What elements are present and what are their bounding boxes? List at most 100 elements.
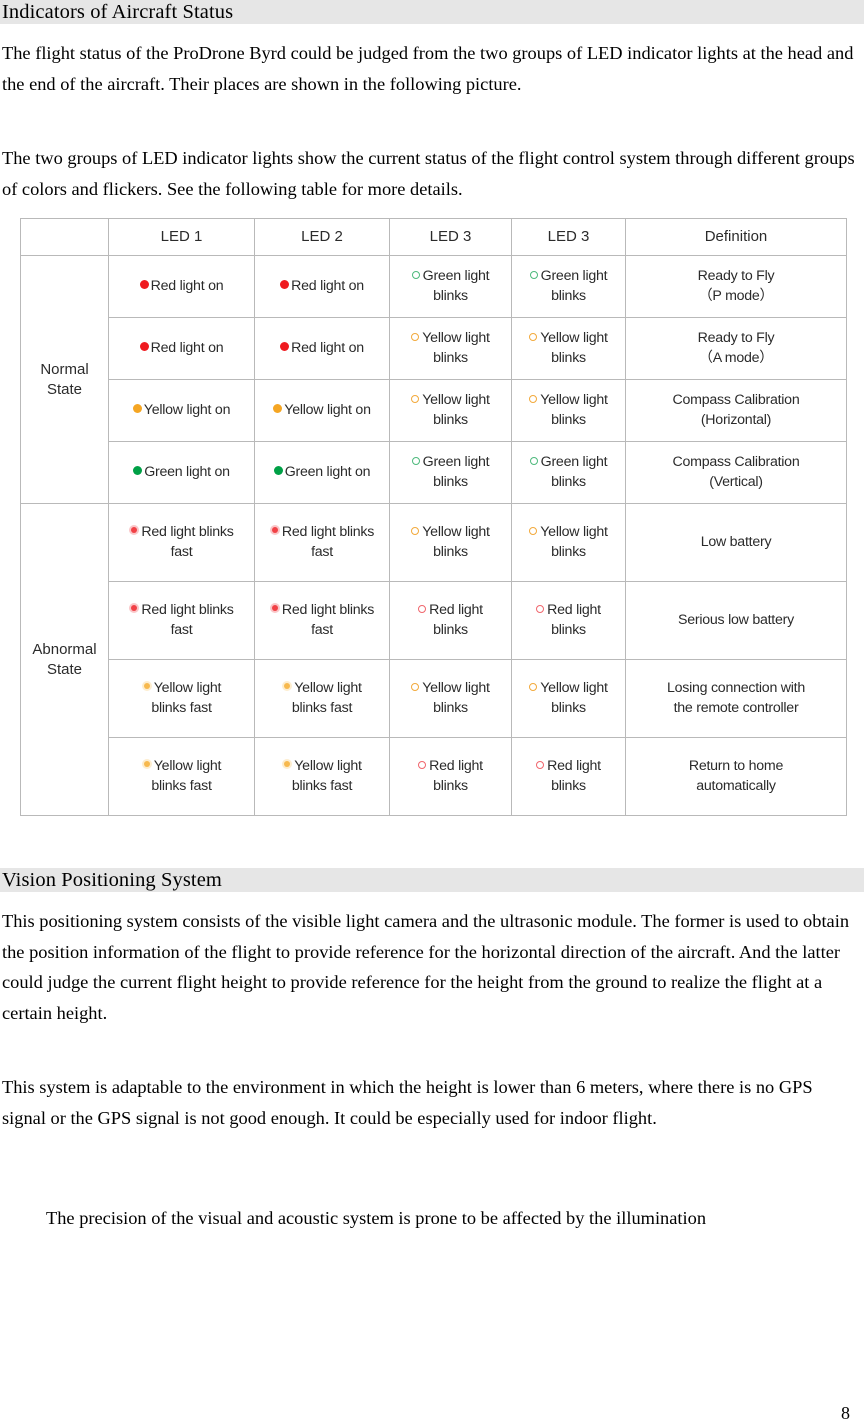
led-ring-red-icon xyxy=(418,761,427,769)
led-ring-yellow-icon xyxy=(529,333,538,341)
led-ring-yellow-icon xyxy=(411,683,420,691)
led2-status: Red light on xyxy=(257,277,387,297)
cell-led1: Red light on xyxy=(108,317,255,380)
section-heading-indicators: Indicators of Aircraft Status xyxy=(0,0,864,24)
cell-led3b: Green light blinks xyxy=(511,441,626,504)
cell-led2: Yellow light blinks fast xyxy=(254,737,390,816)
led2-status-line1: Yellow light xyxy=(294,758,362,774)
led2-status-line2: blinks fast xyxy=(291,777,353,794)
led3a-status-line1: Yellow light xyxy=(422,680,490,696)
led-burst-red-icon xyxy=(129,603,140,613)
led3a-status-line2: blinks xyxy=(433,473,468,490)
led3a-status-line1: Yellow light xyxy=(422,524,490,540)
led3b-status-line2: blinks xyxy=(551,777,586,794)
led-ring-red-icon xyxy=(536,761,545,769)
led3b-status-line1: Red light xyxy=(547,758,601,774)
cell-led3b: Yellow light blinks xyxy=(511,317,626,380)
led2-status-line1: Green light on xyxy=(284,463,371,480)
cell-led3b: Yellow light blinks xyxy=(511,659,626,738)
state-normal-line1: Normal xyxy=(40,361,89,378)
led2-status-line1: Red light blinks xyxy=(281,524,375,540)
cell-led2: Red light blinks fast xyxy=(254,581,390,660)
led3a-status-line1: Red light xyxy=(429,758,483,774)
led-ring-green-icon xyxy=(411,271,420,279)
led3a-status-line2: blinks xyxy=(433,621,468,638)
led-ring-yellow-icon xyxy=(411,395,420,403)
led-burst-red-icon xyxy=(269,603,280,613)
led3b-status: Yellow light blinks xyxy=(514,391,623,430)
led1-status-line1: Green light on xyxy=(144,463,230,480)
vision-paragraph-2: This system is adaptable to the environm… xyxy=(2,1077,813,1128)
cell-led3a: Yellow light blinks xyxy=(389,317,512,380)
led2-status: Green light on xyxy=(257,463,387,483)
led2-status-line1: Yellow light xyxy=(294,680,362,696)
indicators-paragraph-2: The two groups of LED indicator lights s… xyxy=(2,148,855,199)
led3b-status-line1: Green light xyxy=(540,454,608,470)
led3a-status-line1: Green light xyxy=(422,268,490,284)
cell-led1: Red light blinks fast xyxy=(108,581,255,660)
led3a-status: Yellow light blinks xyxy=(392,679,509,718)
header-led3b: LED 3 xyxy=(511,218,626,256)
led2-status-line1: Red light on xyxy=(291,339,364,356)
led-ring-green-icon xyxy=(411,457,420,465)
led1-status-line2: blinks fast xyxy=(151,777,212,794)
definition-line2: （P mode） xyxy=(698,287,774,304)
header-state xyxy=(20,218,109,256)
led2-status-line1: Red light blinks xyxy=(281,602,375,618)
led2-status: Red light blinks fast xyxy=(257,601,387,640)
cell-definition: Low battery xyxy=(625,503,847,582)
table-row: Green light on Green light on Green light b… xyxy=(21,441,847,504)
table-row: Yellow light blinks fast Yellow light blink… xyxy=(21,659,847,738)
led-burst-yellow-icon xyxy=(141,681,152,691)
led3b-status: Red light blinks xyxy=(514,601,623,640)
header-led1: LED 1 xyxy=(108,218,255,256)
led2-status: Yellow light blinks fast xyxy=(257,679,387,718)
led-status-table-container: LED 1 LED 2 LED 3 LED 3 Definition Norma… xyxy=(20,218,847,816)
led-burst-red-icon xyxy=(129,525,140,535)
led3a-status: Red light blinks xyxy=(392,757,509,796)
led3a-status: Yellow light blinks xyxy=(392,329,509,368)
table-row: Normal State Red light on Red light on Green… xyxy=(20,255,847,504)
led1-status-line2: blinks fast xyxy=(151,699,212,716)
led-solid-red-icon xyxy=(139,341,149,351)
led2-status: Yellow light blinks fast xyxy=(257,757,387,796)
cell-definition: Ready to Fly （A mode） xyxy=(625,317,847,380)
definition-line2: the remote controller xyxy=(673,699,799,716)
led-status-table-body: Normal State Red light on Red light on Green… xyxy=(20,255,847,816)
led-ring-yellow-icon xyxy=(411,333,420,341)
led1-status: Red light on xyxy=(111,277,252,297)
led3b-status-line1: Yellow light xyxy=(540,392,608,408)
led-ring-green-icon xyxy=(529,271,538,279)
cell-led1: Red light on xyxy=(108,255,255,318)
cell-led3b: Yellow light blinks xyxy=(511,379,626,442)
led3b-status: Green light blinks xyxy=(514,453,623,492)
led-ring-yellow-icon xyxy=(529,683,538,691)
led2-status: Yellow light on xyxy=(257,401,387,421)
led3a-status-line2: blinks xyxy=(433,349,468,366)
state-cell-normal: Normal State xyxy=(20,255,109,504)
led3a-status: Green light blinks xyxy=(392,453,509,492)
led-ring-green-icon xyxy=(529,457,538,465)
led3b-status-line1: Green light xyxy=(540,268,608,284)
led-solid-red-icon xyxy=(139,279,149,289)
cell-led2: Red light blinks fast xyxy=(254,503,390,582)
led1-status: Red light blinks fast xyxy=(111,523,252,562)
led2-status: Red light on xyxy=(257,339,387,359)
definition-line2: (Vertical) xyxy=(709,473,763,490)
led1-status-line1: Red light blinks xyxy=(141,524,234,540)
cell-led3b: Red light blinks xyxy=(511,737,626,816)
led3a-status: Yellow light blinks xyxy=(392,391,509,430)
cell-definition: Losing connection with the remote control… xyxy=(625,659,847,738)
led1-status: Yellow light blinks fast xyxy=(111,679,252,718)
definition-line2: (Horizontal) xyxy=(700,411,772,428)
definition-line1: Compass Calibration xyxy=(672,454,800,470)
led-ring-yellow-icon xyxy=(411,527,420,535)
state-cell-abnormal: Abnormal State xyxy=(20,503,109,816)
led2-status-line2: blinks fast xyxy=(291,699,353,716)
table-row: Red light on Red light on Yellow light blin… xyxy=(21,317,847,380)
cell-definition: Return to home automatically xyxy=(625,737,847,816)
